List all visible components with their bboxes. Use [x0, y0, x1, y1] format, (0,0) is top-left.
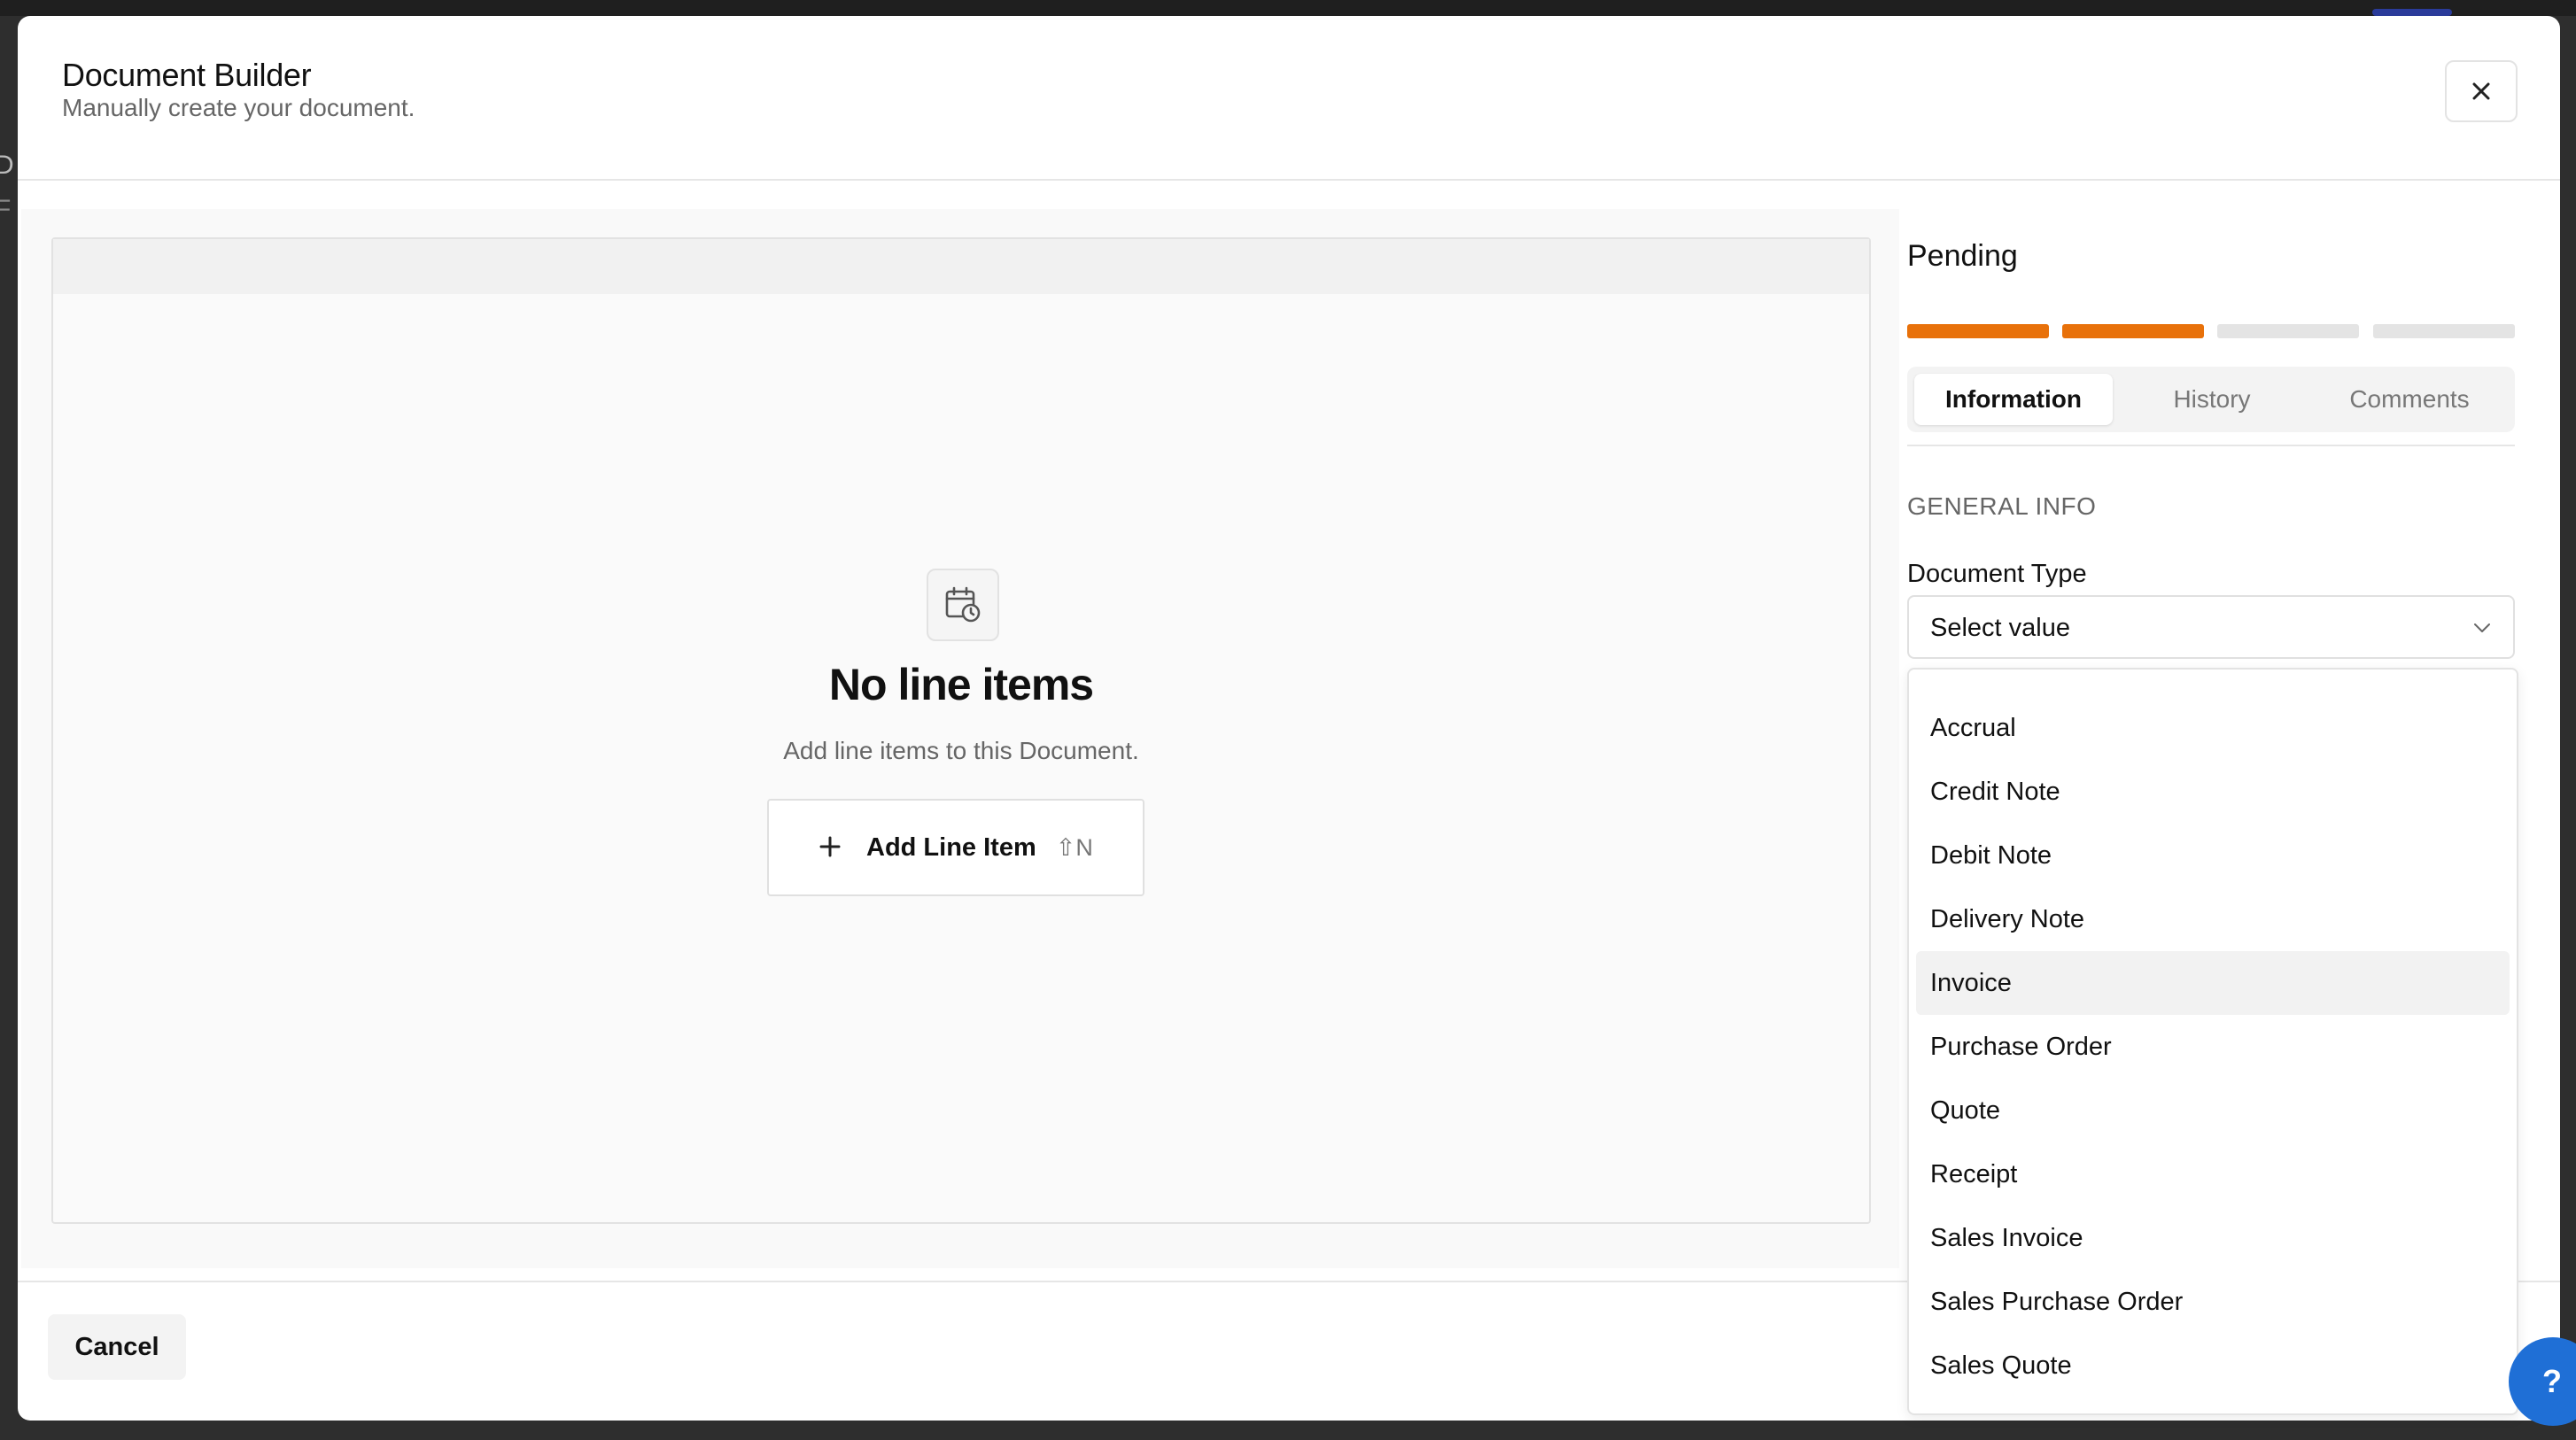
empty-state-subtitle: Add line items to this Document.	[783, 737, 1139, 764]
dropdown-option[interactable]: Credit Note	[1916, 760, 2510, 824]
close-button[interactable]	[2445, 60, 2518, 122]
progress-segment	[1907, 324, 2049, 338]
calendar-clock-icon	[927, 569, 999, 641]
dropdown-option[interactable]: Sales Invoice	[1916, 1206, 2510, 1270]
plus-icon	[819, 831, 842, 864]
progress-segment	[2373, 324, 2515, 338]
progress-segment	[2217, 324, 2359, 338]
tab-information[interactable]: Information	[1914, 374, 2113, 425]
dropdown-option[interactable]: Sales Quote	[1916, 1334, 2510, 1397]
dropdown-option[interactable]: Delivery Note	[1916, 887, 2510, 951]
keyboard-shortcut: ⇧N	[1055, 833, 1093, 861]
tab-history[interactable]: History	[2114, 374, 2309, 425]
status-progress	[1907, 324, 2515, 338]
status-label: Pending	[1907, 239, 2018, 273]
document-type-dropdown: Accrual Credit Note Debit Note Delivery …	[1907, 668, 2518, 1415]
line-items-panel: No line items Add line items to this Doc…	[51, 237, 1871, 1224]
document-canvas: No line items Add line items to this Doc…	[21, 209, 1899, 1268]
line-items-header	[53, 239, 1869, 294]
add-line-item-label: Add Line Item	[866, 832, 1036, 862]
dropdown-option[interactable]: Accrual	[1916, 696, 2510, 760]
background-badge	[2372, 9, 2452, 16]
document-type-value: Select value	[1930, 614, 2070, 642]
document-type-label: Document Type	[1907, 560, 2087, 588]
document-type-select[interactable]: Select value	[1907, 595, 2515, 659]
dropdown-option[interactable]: Debit Note	[1916, 824, 2510, 887]
modal-subtitle: Manually create your document.	[62, 94, 415, 121]
divider	[1907, 445, 2515, 446]
sidebar-tabs: Information History Comments	[1907, 367, 2515, 432]
dropdown-option[interactable]: Receipt	[1916, 1142, 2510, 1206]
progress-segment	[2062, 324, 2204, 338]
dropdown-option-highlighted[interactable]: Invoice	[1916, 951, 2510, 1015]
cancel-button[interactable]: Cancel	[48, 1314, 186, 1380]
section-heading: GENERAL INFO	[1907, 492, 2097, 520]
chevron-down-icon	[2474, 623, 2490, 632]
add-line-item-button[interactable]: Add Line Item ⇧N	[767, 799, 1144, 896]
modal-header: Document Builder Manually create your do…	[18, 16, 2560, 181]
dropdown-option[interactable]: Sales Purchase Order	[1916, 1270, 2510, 1334]
dropdown-option[interactable]: Purchase Order	[1916, 1015, 2510, 1079]
modal-title: Document Builder	[62, 57, 312, 93]
empty-state-title: No line items	[828, 660, 1094, 709]
close-icon	[2472, 82, 2490, 100]
background-text-fragment: F	[0, 195, 12, 224]
background-topbar	[0, 0, 2576, 16]
background-text-fragment: D	[0, 151, 14, 180]
dropdown-option[interactable]: Quote	[1916, 1079, 2510, 1142]
tab-comments[interactable]: Comments	[2311, 374, 2508, 425]
